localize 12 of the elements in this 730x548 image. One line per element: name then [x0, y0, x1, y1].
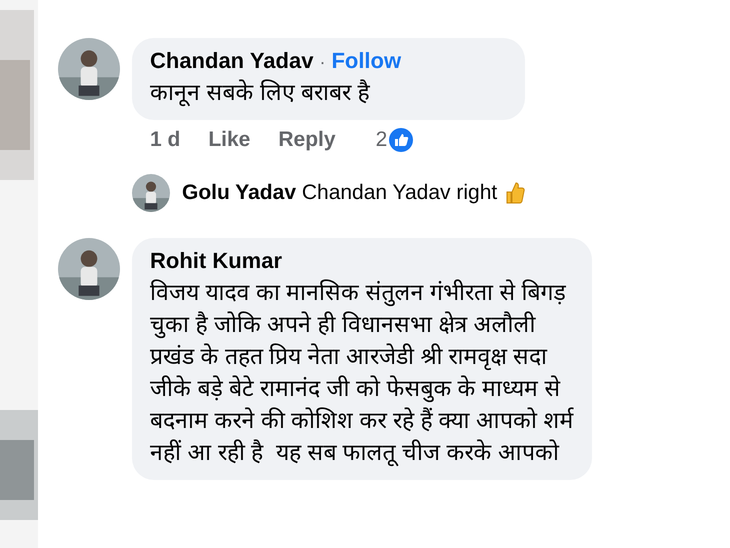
reaction-count: 2 — [376, 128, 388, 152]
comment-text: कानून सबके लिए बराबर है — [150, 78, 371, 108]
reply-text: Golu Yadav Chandan Yadav right — [182, 181, 498, 205]
separator-dot: · — [319, 52, 326, 73]
timestamp: 1 d — [150, 128, 180, 152]
author-name[interactable]: Rohit Kumar — [150, 248, 282, 274]
like-icon — [389, 128, 414, 152]
follow-link[interactable]: Follow — [331, 48, 402, 74]
reply-button[interactable]: Reply — [278, 128, 336, 152]
author-name[interactable]: Chandan Yadav — [150, 48, 314, 74]
comment-text: विजय यादव का मानसिक संतुलन गंभीरता से बिगड़ चुका है जोकि अपने ही विधानसभा क्षेत्र अलौली प्रखंड के तहत प्रिय नेता आरजेडी श्री रामवृक्ष सदा जीके बड़े बेटे रामानंद जी को फेसबुक के माध्यम से बदनाम करने की कोशिश कर रहे हैं क्या आपको शर्म नहीं आ रही है यह सब फालतू चीज करके आपको — [150, 278, 574, 468]
like-button[interactable]: Like — [208, 128, 250, 152]
